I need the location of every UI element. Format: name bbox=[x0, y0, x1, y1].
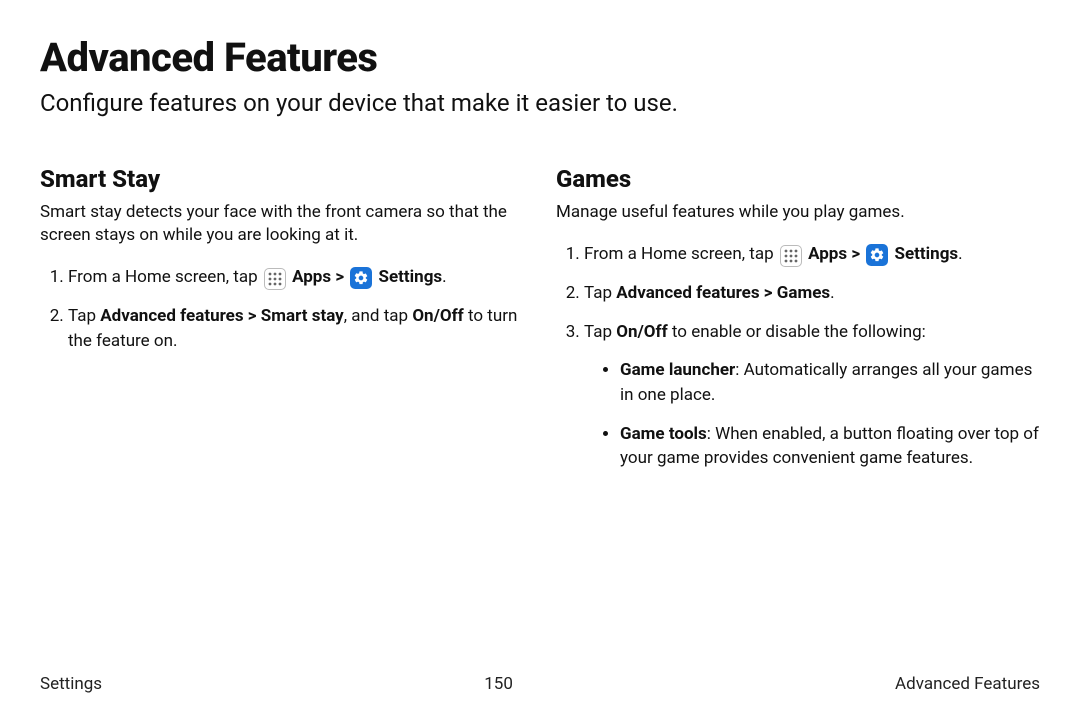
step-text: From a Home screen, tap bbox=[68, 267, 262, 287]
separator: > bbox=[335, 267, 348, 287]
onoff-label: On/Off bbox=[616, 322, 667, 342]
period: . bbox=[442, 267, 446, 287]
step-bold: Advanced features > Smart stay bbox=[100, 306, 344, 326]
footer-right: Advanced Features bbox=[895, 674, 1040, 694]
apps-label: Apps bbox=[292, 267, 331, 287]
smart-stay-step-2: Tap Advanced features > Smart stay, and … bbox=[68, 304, 524, 353]
apps-label: Apps bbox=[808, 244, 847, 264]
separator: > bbox=[851, 244, 864, 264]
page-subtitle: Configure features on your device that m… bbox=[40, 89, 1040, 117]
games-section: Games Manage useful features while you p… bbox=[556, 165, 1040, 485]
page-footer: Settings 150 Advanced Features bbox=[40, 674, 1040, 694]
apps-icon bbox=[780, 245, 802, 267]
footer-left: Settings bbox=[40, 674, 102, 694]
games-step-2: Tap Advanced features > Games. bbox=[584, 281, 1040, 306]
page-title: Advanced Features bbox=[40, 34, 1040, 81]
step-text: , and tap bbox=[344, 306, 413, 326]
games-step-3: Tap On/Off to enable or disable the foll… bbox=[584, 320, 1040, 471]
step-text: to enable or disable the following: bbox=[668, 322, 926, 342]
smart-stay-step-1: From a Home screen, tap Apps > Se bbox=[68, 265, 524, 290]
settings-label: Settings bbox=[379, 267, 443, 287]
games-steps: From a Home screen, tap Apps > Se bbox=[556, 242, 1040, 471]
gear-icon bbox=[350, 267, 372, 289]
footer-page-number: 150 bbox=[484, 674, 513, 694]
smart-stay-section: Smart Stay Smart stay detects your face … bbox=[40, 165, 524, 485]
onoff-label: On/Off bbox=[412, 306, 463, 326]
apps-icon bbox=[264, 268, 286, 290]
smart-stay-heading: Smart Stay bbox=[40, 165, 524, 193]
period: . bbox=[830, 283, 834, 303]
step-text: Tap bbox=[584, 283, 616, 303]
bullet-game-tools: Game tools: When enabled, a button float… bbox=[620, 422, 1040, 471]
bullet-bold: Game launcher bbox=[620, 360, 735, 380]
period: . bbox=[958, 244, 962, 264]
step-text: From a Home screen, tap bbox=[584, 244, 778, 264]
games-step-1: From a Home screen, tap Apps > Se bbox=[584, 242, 1040, 267]
games-heading: Games bbox=[556, 165, 1040, 193]
smart-stay-desc: Smart stay detects your face with the fr… bbox=[40, 201, 524, 247]
settings-label: Settings bbox=[895, 244, 959, 264]
smart-stay-steps: From a Home screen, tap Apps > Se bbox=[40, 265, 524, 353]
content-columns: Smart Stay Smart stay detects your face … bbox=[40, 165, 1040, 485]
bullet-bold: Game tools bbox=[620, 424, 707, 444]
games-bullets: Game launcher: Automatically arranges al… bbox=[584, 358, 1040, 471]
gear-icon bbox=[866, 244, 888, 266]
bullet-game-launcher: Game launcher: Automatically arranges al… bbox=[620, 358, 1040, 407]
step-text: Tap bbox=[584, 322, 616, 342]
step-text: Tap bbox=[68, 306, 100, 326]
games-desc: Manage useful features while you play ga… bbox=[556, 201, 1040, 224]
step-bold: Advanced features > Games bbox=[616, 283, 830, 303]
